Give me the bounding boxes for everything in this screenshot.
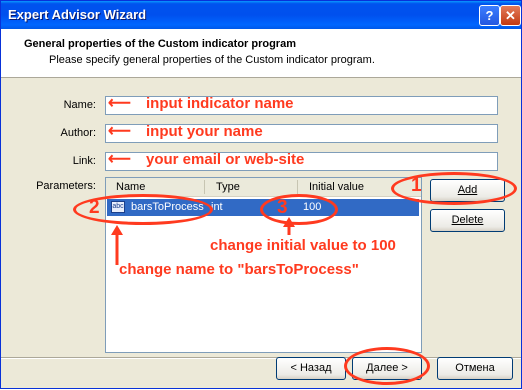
- delete-button[interactable]: Delete: [430, 209, 505, 232]
- column-divider[interactable]: [204, 180, 205, 194]
- page-title: General properties of the Custom indicat…: [24, 38, 296, 50]
- wizard-header: General properties of the Custom indicat…: [1, 29, 521, 78]
- cancel-button[interactable]: Отмена: [437, 357, 513, 380]
- column-type[interactable]: Type: [216, 181, 240, 193]
- name-arrow-icon: ⟵: [108, 95, 131, 112]
- help-icon[interactable]: ?: [479, 5, 500, 26]
- value-hint: change initial value to 100: [210, 237, 396, 254]
- column-name[interactable]: Name: [116, 181, 145, 193]
- window-title: Expert Advisor Wizard: [8, 7, 147, 22]
- column-initial-value[interactable]: Initial value: [309, 181, 364, 193]
- author-hint: input your name: [146, 123, 263, 140]
- link-arrow-icon: ⟵: [108, 151, 131, 168]
- link-label: Link:: [72, 155, 96, 167]
- wizard-window: Expert Advisor Wizard ? ✕ General proper…: [0, 0, 522, 389]
- cell-type: int: [211, 201, 223, 213]
- step-3-marker: 3: [277, 197, 288, 218]
- column-divider[interactable]: [297, 180, 298, 194]
- highlight-value-cell: [260, 194, 338, 225]
- author-label: Author:: [60, 127, 96, 139]
- title-bar[interactable]: Expert Advisor Wizard ? ✕: [1, 1, 521, 29]
- step-1-marker: 1: [411, 175, 422, 196]
- step-2-marker: 2: [89, 197, 100, 218]
- name-hint: input indicator name: [146, 95, 294, 112]
- highlight-add: [391, 172, 517, 205]
- link-hint: your email or web-site: [146, 151, 305, 168]
- back-button[interactable]: < Назад: [276, 357, 346, 380]
- highlight-next: [344, 347, 430, 385]
- rename-hint: change name to "barsToProcess": [119, 261, 359, 278]
- close-icon[interactable]: ✕: [500, 5, 521, 26]
- name-label: Name:: [63, 99, 96, 111]
- author-arrow-icon: ⟵: [108, 123, 131, 140]
- parameters-label: Parameters:: [36, 180, 96, 192]
- page-subtitle: Please specify general properties of the…: [49, 54, 375, 66]
